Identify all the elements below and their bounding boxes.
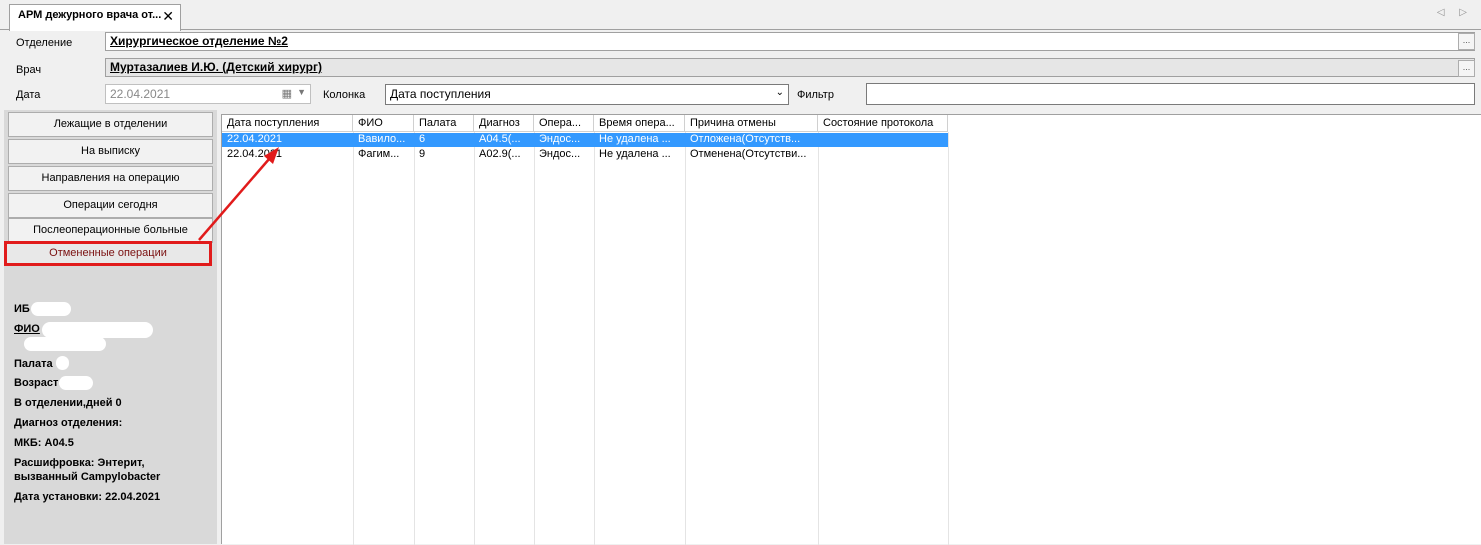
column-header-cancel-reason[interactable]: Причина отмены — [685, 115, 818, 132]
diagnosis-set-date: Дата установки: 22.04.2021 — [14, 491, 161, 503]
nav-button-referrals[interactable]: Направления на операцию — [8, 166, 213, 191]
cell-operation-time: Не удалена ... — [599, 148, 671, 160]
tab-scroll-arrows-icon[interactable]: ◁ ▷ — [1437, 7, 1473, 18]
redacted-ward — [56, 356, 69, 370]
cell-ward: 9 — [419, 148, 426, 160]
cell-fio: Фагим... — [358, 148, 400, 160]
redacted-age — [59, 376, 93, 390]
nav-button-inpatients[interactable]: Лежащие в отделении — [8, 112, 213, 137]
date-picker[interactable]: 22.04.2021 ▦ ▼ — [105, 84, 311, 104]
department-browse-button[interactable]: ... — [1458, 33, 1475, 50]
cell-protocol-state — [818, 133, 948, 147]
filter-input[interactable] — [866, 83, 1475, 105]
calendar-icon[interactable]: ▦ — [282, 87, 292, 100]
cell-fio: Вавило... — [358, 133, 406, 145]
department-diagnosis-label: Диагноз отделения: — [14, 417, 123, 429]
filter-label: Фильтр — [797, 89, 834, 101]
nav-button-operations-today[interactable]: Операции сегодня — [8, 193, 213, 218]
cell-operation: Эндос... — [539, 148, 581, 160]
nav-button-postoperative[interactable]: Послеоперационные больные — [8, 218, 213, 243]
days-in-department: В отделении,дней 0 — [14, 397, 122, 409]
date-label: Дата — [16, 89, 41, 101]
diagnosis-decode-line1: Расшифровка: Энтерит, — [14, 457, 145, 469]
column-select[interactable]: Дата поступления ⌄ — [385, 84, 789, 105]
fio-label[interactable]: ФИО — [14, 323, 40, 335]
close-icon[interactable]: ✕ — [162, 8, 174, 25]
cell-admission-date: 22.04.2021 — [227, 133, 283, 145]
table-row[interactable]: 22.04.2021 Вавило... 6 A04.5(... Эндос..… — [222, 133, 948, 147]
date-value: 22.04.2021 — [110, 87, 171, 101]
department-field[interactable]: Хирургическое отделение №2 — [105, 32, 1475, 51]
cell-diagnosis: A02.9(... — [479, 148, 521, 160]
column-header-protocol-state[interactable]: Состояние протокола — [818, 115, 948, 132]
cell-cancel-reason: Отменена(Отсутстви... — [690, 148, 807, 160]
tab-strip: АРМ дежурного врача от... ✕ ◁ ▷ — [0, 0, 1481, 31]
ward-label: Палата — [14, 358, 53, 370]
tab-duty-doctor[interactable]: АРМ дежурного врача от... ✕ — [9, 4, 181, 31]
column-header-ward[interactable]: Палата — [414, 115, 474, 132]
doctor-field[interactable]: Муртазалиев И.Ю. (Детский хирург) — [105, 58, 1475, 77]
table-row[interactable]: 22.04.2021 Фагим... 9 A02.9(... Эндос...… — [222, 148, 948, 162]
column-select-value: Дата поступления — [390, 87, 491, 101]
column-header-fio[interactable]: ФИО — [353, 115, 414, 132]
redacted-fio — [42, 322, 153, 338]
column-header-admission-date[interactable]: Дата поступления — [222, 115, 353, 132]
cell-diagnosis: A04.5(... — [479, 133, 521, 145]
column-header-operation-time[interactable]: Время опера... — [594, 115, 685, 132]
nav-button-discharge[interactable]: На выписку — [8, 139, 213, 164]
cell-ward: 6 — [419, 133, 426, 145]
chevron-down-icon[interactable]: ⌄ — [776, 87, 784, 98]
doctor-browse-button[interactable]: ... — [1458, 60, 1475, 77]
age-label: Возраст — [14, 377, 59, 389]
ib-label: ИБ — [14, 303, 30, 315]
chevron-down-icon[interactable]: ▼ — [297, 87, 306, 97]
tab-title: АРМ дежурного врача от... — [18, 9, 162, 21]
cell-protocol-state — [818, 148, 948, 162]
mkb-code: МКБ: A04.5 — [14, 437, 74, 449]
cell-admission-date: 22.04.2021 — [227, 148, 283, 160]
diagnosis-decode-line2: вызванный Campylobacter — [14, 471, 161, 483]
column-header-operation[interactable]: Опера... — [534, 115, 594, 132]
cell-cancel-reason: Отложена(Отсутств... — [690, 133, 801, 145]
cell-operation-time: Не удалена ... — [599, 133, 671, 145]
redacted-ib — [31, 302, 71, 316]
column-label: Колонка — [323, 89, 366, 101]
cell-operation: Эндос... — [539, 133, 581, 145]
operations-grid[interactable]: Дата поступления ФИО Палата Диагноз Опер… — [221, 114, 1481, 545]
department-label: Отделение — [16, 37, 73, 49]
redacted-fio-2 — [24, 337, 106, 351]
nav-button-cancelled-operations[interactable]: Отмененные операции — [4, 241, 212, 266]
doctor-label: Врач — [16, 64, 42, 76]
column-header-diagnosis[interactable]: Диагноз — [474, 115, 534, 132]
